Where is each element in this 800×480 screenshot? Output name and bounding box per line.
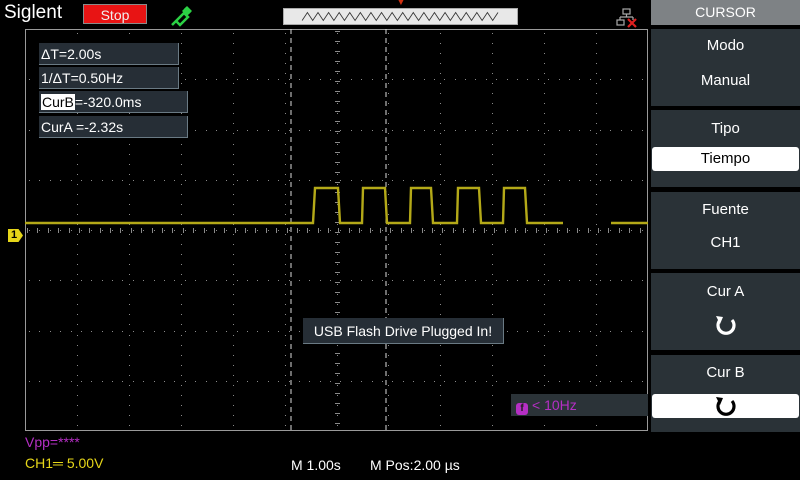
trigger-position-marker: ▼ [396, 0, 406, 8]
brand-logo: Siglent [4, 2, 63, 23]
type-label: Tipo [711, 120, 740, 137]
frequency-counter: f < 10Hz [511, 394, 648, 416]
vpp-measurement: Vpp=**** [25, 434, 80, 450]
menu-item-type[interactable]: Tipo Tiempo [651, 110, 800, 187]
frequency-icon: f [516, 403, 528, 415]
frequency-value: < 10Hz [532, 397, 577, 413]
ch1-offset-marker[interactable]: 1 [8, 229, 23, 242]
source-value: CH1 [651, 231, 800, 255]
source-label: Fuente [702, 201, 749, 218]
type-value: Tiempo [652, 147, 799, 171]
mode-value: Manual [651, 69, 800, 93]
cursor-b-readout: CurB=-320.0ms [39, 91, 188, 113]
horizontal-position: M Pos:2.00 µs [370, 457, 460, 473]
ch1-scale: CH1═ 5.00V [25, 455, 104, 471]
delta-t-readout: ΔT=2.00s [39, 43, 179, 65]
menu-item-cur-b[interactable]: Cur B [651, 355, 800, 432]
cur-b-label: Cur B [706, 364, 745, 381]
network-disconnected-icon [616, 8, 637, 28]
run-stop-indicator[interactable]: Stop [83, 4, 147, 24]
memory-position-bar [283, 8, 518, 25]
inverse-delta-t-readout: 1/ΔT=0.50Hz [39, 67, 179, 89]
cursor-a-readout: CurA =-2.32s [39, 116, 188, 138]
rotate-knob-icon [716, 316, 736, 335]
mode-label: Modo [706, 37, 745, 54]
menu-item-cur-a[interactable]: Cur A [651, 273, 800, 350]
rotate-knob-icon [716, 397, 736, 416]
usb-plugged-message: USB Flash Drive Plugged In! [303, 318, 504, 344]
cursor-b-label: CurB [41, 94, 75, 110]
cur-a-label: Cur A [706, 283, 745, 300]
menu-item-mode[interactable]: Modo ◀ Manual [651, 29, 800, 106]
ch1-waveform [25, 186, 648, 225]
cursor-b-value: =-320.0ms [74, 94, 142, 110]
cursor-menu: CURSOR Modo ◀ Manual Tipo Tiempo Fuente … [651, 0, 800, 432]
menu-title: CURSOR [651, 0, 800, 25]
menu-item-source[interactable]: Fuente ◀ CH1 [651, 192, 800, 269]
usb-icon [171, 6, 192, 27]
timebase: M 1.00s [291, 457, 341, 473]
